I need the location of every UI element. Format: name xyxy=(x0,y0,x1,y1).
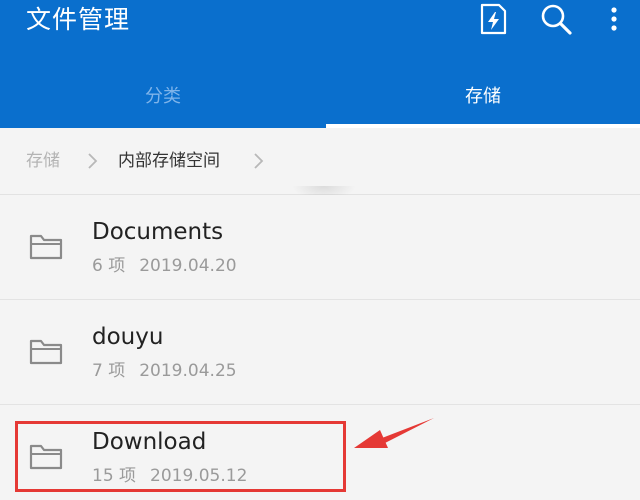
item-count: 6 项 xyxy=(92,256,126,276)
list-item[interactable]: douyu 7 项 2019.04.25 xyxy=(0,300,640,405)
chevron-right-icon xyxy=(254,153,264,169)
chevron-right-icon xyxy=(88,153,98,169)
file-meta: 7 项 2019.04.25 xyxy=(92,358,251,384)
annotation-highlight-box xyxy=(15,421,346,492)
more-vert-icon xyxy=(611,7,617,31)
modified-date: 2019.04.20 xyxy=(139,256,237,276)
tab-category[interactable]: 分类 xyxy=(0,70,326,124)
folder-icon xyxy=(29,339,63,365)
clean-storage-icon xyxy=(480,3,507,35)
file-name: Documents xyxy=(92,219,224,245)
tab-storage[interactable]: 存储 xyxy=(326,70,640,124)
file-name: douyu xyxy=(92,324,164,350)
item-count: 7 项 xyxy=(92,361,126,381)
file-meta: 6 项 2019.04.20 xyxy=(92,253,251,279)
app-title: 文件管理 xyxy=(26,5,131,34)
clean-storage-button[interactable] xyxy=(472,0,516,40)
file-manager-screen: 文件管理 分类 存储 存储 内部存储空间 Documents 6 项 2019.… xyxy=(0,0,640,500)
app-bar: 文件管理 分类 存储 xyxy=(0,0,640,128)
search-icon xyxy=(541,4,572,35)
list-item[interactable]: Documents 6 项 2019.04.20 xyxy=(0,195,640,300)
modified-date: 2019.04.25 xyxy=(139,361,237,381)
breadcrumb-item-internal-storage[interactable]: 内部存储空间 xyxy=(118,128,220,194)
annotation-arrow-icon xyxy=(354,418,434,448)
breadcrumb: 存储 内部存储空间 xyxy=(0,128,640,195)
search-button[interactable] xyxy=(536,0,580,40)
more-options-button[interactable] xyxy=(596,0,640,40)
folder-icon xyxy=(29,234,63,260)
breadcrumb-item-storage[interactable]: 存储 xyxy=(26,128,60,194)
